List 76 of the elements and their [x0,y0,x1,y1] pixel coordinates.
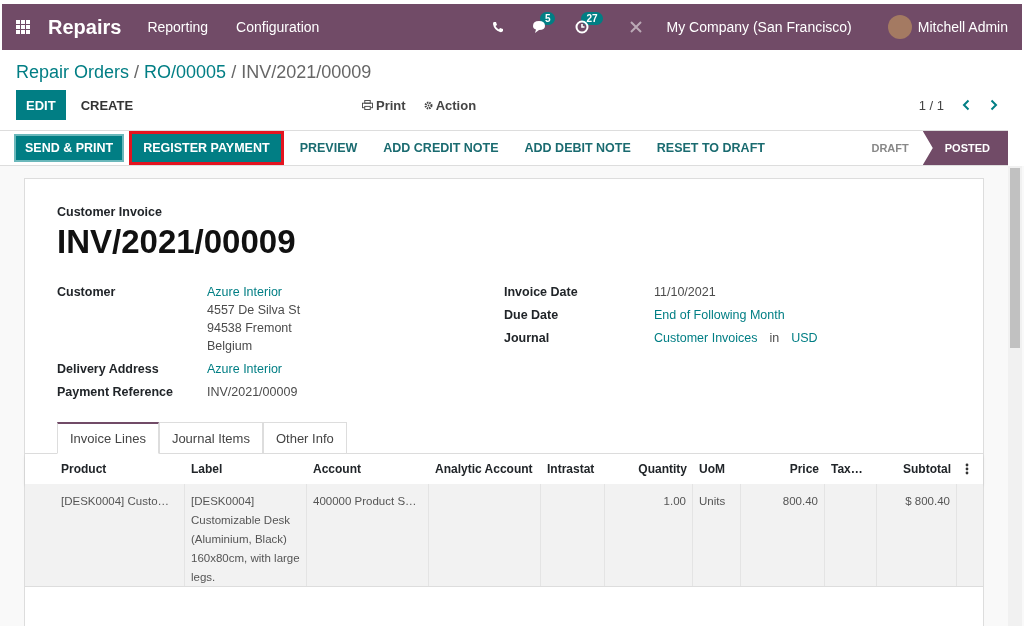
field-label: Delivery Address [57,362,160,376]
table-cell-text: Units [699,494,727,509]
kebab-menu-icon[interactable] [965,463,969,475]
status-stage[interactable]: DRAFT [857,131,923,165]
table-cell-text: 1.00 [662,494,686,509]
breadcrumb-item[interactable]: RO/00005 [144,62,227,83]
column-header[interactable]: Price [741,462,825,476]
activity-count-badge: 27 [581,12,603,25]
activities-button[interactable] [575,20,590,34]
field-link[interactable]: USD [791,331,818,345]
chat-icon [531,20,548,34]
next-icon[interactable] [990,99,998,111]
notebook-tab[interactable]: Other Info [262,422,347,454]
field-link[interactable]: Azure Interior [207,362,283,376]
field-label: Invoice Date [504,285,579,299]
company-switcher[interactable]: My Company (San Francisco) [666,19,852,35]
table-cell-text: [DESK0004] Customizable Desk (Aluminium, Black) 160x80cm, with large legs. [191,494,300,585]
field-label: Customer [57,285,117,301]
scrollbar[interactable] [1008,166,1022,626]
notebook-tab[interactable]: Invoice Lines [57,422,159,454]
table-cell-text: 800.40 [781,494,818,509]
column-header[interactable]: Subtotal [877,462,957,476]
action-button[interactable]: REGISTER PAYMENT [132,134,281,162]
breadcrumb-separator: / [231,62,237,83]
field-value: INV/2021/00009 [207,385,298,399]
field-value: 4557 De Silva St [207,303,301,317]
menu-item[interactable]: Configuration [236,19,320,35]
notebook-tab[interactable]: Journal Items [158,422,263,454]
print-button[interactable]: Print [356,96,412,114]
action-button[interactable]: ADD DEBIT NOTE [513,134,642,162]
control-button[interactable]: EDIT [16,90,66,120]
field-value: in [769,331,780,345]
apps-menu-icon[interactable] [16,20,30,34]
table-cell-text: 400000 Product S… [313,494,418,509]
clock-icon [575,20,590,34]
field-value: Belgium [207,339,254,353]
breadcrumb-item[interactable]: Repair Orders [16,62,130,83]
app-name[interactable]: Repairs [48,15,122,39]
action-button[interactable]: RESET TO DRAFT [645,134,776,162]
column-header[interactable]: Product [55,462,185,476]
field-value: 94538 Fremont [207,321,293,335]
control-button[interactable]: CREATE [70,90,144,120]
menu-item[interactable]: Reporting [147,19,209,35]
field-label: Journal [504,331,551,345]
field-label: Due Date [504,308,560,322]
field-link[interactable]: Azure Interior [207,285,301,299]
column-header[interactable]: UoM [693,462,741,476]
breadcrumb-item: INV/2021/00009 [241,62,372,83]
column-header[interactable]: Intrastat [541,462,605,476]
column-header[interactable]: Account [307,462,429,476]
action-button[interactable]: ADD CREDIT NOTE [372,134,510,162]
action-button[interactable]: Action [417,96,483,114]
field-label: Payment Reference [57,385,175,399]
phone-icon[interactable] [491,21,504,33]
status-stage[interactable]: POSTED [922,131,1008,165]
action-button[interactable]: SEND & PRINT [14,134,125,162]
column-header[interactable]: Analytic Account [429,462,541,476]
table-cell-text: $ 800.40 [904,494,950,509]
field-value: 11/10/2021 [654,285,716,299]
table-cell-text: [DESK0004] Custo… [61,494,171,509]
user-menu[interactable]: Mitchell Admin [917,19,1008,35]
column-header[interactable]: Quantity [605,462,693,476]
breadcrumb-separator: / [134,62,140,83]
messages-button[interactable] [531,20,548,34]
field-link[interactable]: End of Following Month [654,308,785,322]
printer-icon [362,100,373,110]
document-type: Customer Invoice [57,205,163,219]
column-header[interactable]: Tax… [825,462,877,476]
action-button[interactable]: PREVIEW [288,134,369,162]
invoice-number: INV/2021/00009 [57,223,297,261]
previous-icon[interactable] [962,99,970,111]
table-row[interactable]: [DESK0004] Custo… [DESK0004] Customizable Desk (Aluminium, Black) 160x80cm, with large legs. 400000 Product S… 1.00 Units 800.40 $ 800.40 [25,484,983,587]
column-header[interactable]: Label [185,462,307,476]
gear-icon [423,100,433,110]
pager-counter: 1 / 1 [918,97,944,113]
field-link[interactable]: Customer Invoices [654,331,758,345]
